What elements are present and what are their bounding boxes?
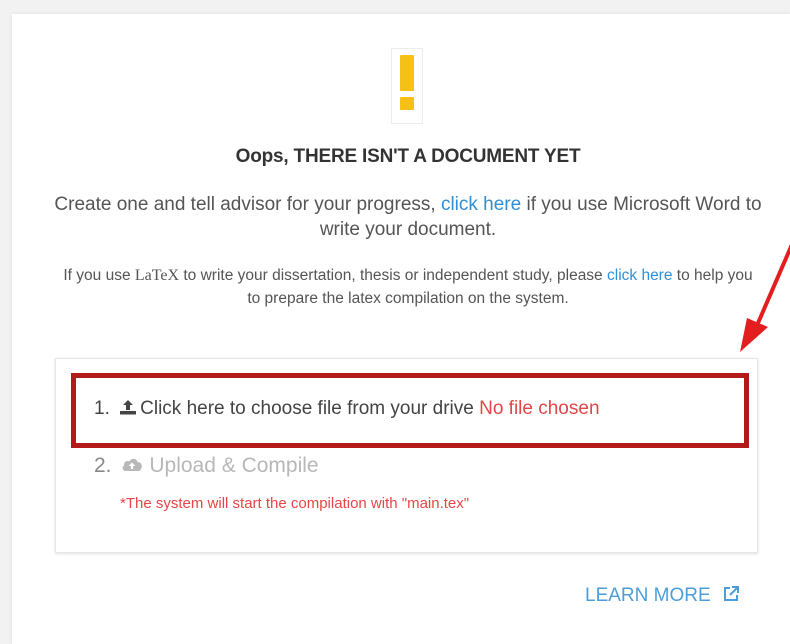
- word-instructions: Create one and tell advisor for your pro…: [52, 192, 764, 242]
- upload-compile-button[interactable]: 2. Upload & Compile: [94, 454, 319, 478]
- choose-file-label: Click here to choose file from your driv…: [140, 398, 474, 419]
- warning-icon-box: [391, 48, 423, 124]
- compilation-note: *The system will start the compilation w…: [120, 495, 470, 512]
- latex-instructions: If you use LaTeX to write your dissertat…: [58, 264, 758, 310]
- step2-number: 2.: [94, 454, 112, 477]
- learn-more-label: LEARN MORE: [585, 585, 711, 606]
- latex-logo: LaTeX: [134, 267, 180, 284]
- latex-text-middle: to write your dissertation, thesis or in…: [179, 267, 607, 284]
- upload-icon: [120, 400, 137, 415]
- exclamation-icon: [400, 55, 414, 91]
- step1-number: 1.: [94, 398, 110, 419]
- upload-compile-label: Upload & Compile: [149, 454, 319, 477]
- latex-click-here-link[interactable]: click here: [607, 267, 672, 284]
- lead-text-before: Create one and tell advisor for your pro…: [54, 194, 441, 215]
- learn-more-link[interactable]: LEARN MORE: [585, 585, 740, 607]
- page-title: Oops, THERE ISN'T A DOCUMENT YET: [235, 146, 581, 167]
- file-status: No file chosen: [479, 398, 600, 419]
- latex-text-before: If you use: [63, 267, 135, 284]
- exclamation-dot-icon: [400, 97, 414, 110]
- cloud-upload-icon: [122, 458, 143, 471]
- choose-file-button[interactable]: 1. Click here to choose file from your d…: [94, 398, 600, 420]
- external-link-icon: [723, 586, 739, 601]
- word-click-here-link[interactable]: click here: [441, 194, 521, 215]
